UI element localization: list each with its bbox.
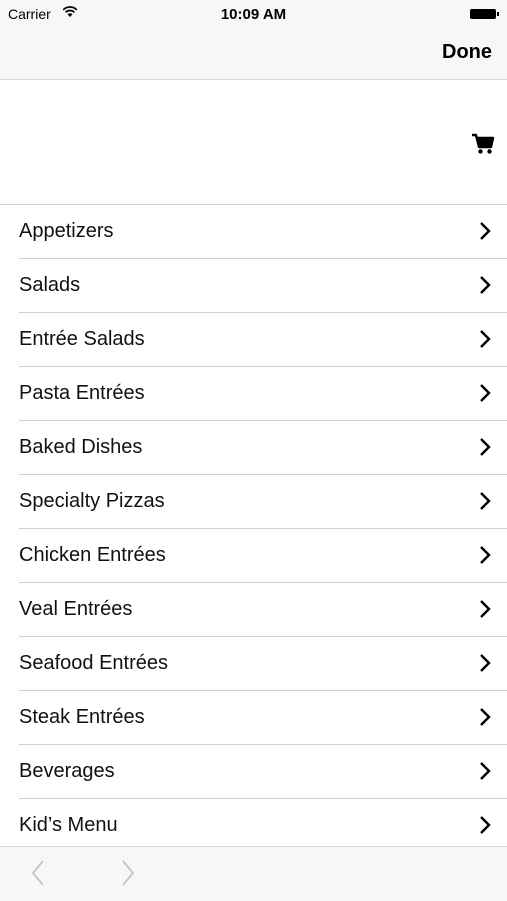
menu-item-baked-dishes[interactable]: Baked Dishes <box>19 421 507 475</box>
menu-list: Appetizers Salads Entrée Salads Pasta En… <box>0 204 507 852</box>
done-button[interactable]: Done <box>442 41 492 64</box>
chevron-right-icon <box>480 654 491 672</box>
menu-item-label: Veal Entrées <box>19 598 133 620</box>
chevron-right-icon <box>480 762 491 780</box>
menu-item-label: Salads <box>19 274 81 296</box>
battery-icon <box>470 9 499 19</box>
menu-item-label: Appetizers <box>19 220 114 242</box>
chevron-right-icon <box>480 708 491 726</box>
menu-item-label: Pasta Entrées <box>19 382 145 404</box>
chevron-right-icon <box>480 438 491 456</box>
chevron-right-icon <box>480 816 491 834</box>
menu-item-steak-entrees[interactable]: Steak Entrées <box>19 691 507 745</box>
bottom-toolbar <box>0 846 507 901</box>
menu-item-beverages[interactable]: Beverages <box>19 745 507 799</box>
back-arrow-icon[interactable] <box>30 859 46 887</box>
chevron-right-icon <box>480 330 491 348</box>
chevron-right-icon <box>480 276 491 294</box>
menu-item-specialty-pizzas[interactable]: Specialty Pizzas <box>19 475 507 529</box>
status-time: 10:09 AM <box>220 6 287 23</box>
menu-item-veal-entrees[interactable]: Veal Entrées <box>19 583 507 637</box>
forward-arrow-icon[interactable] <box>120 859 136 887</box>
chevron-right-icon <box>480 546 491 564</box>
cart-icon[interactable] <box>471 133 495 155</box>
chevron-right-icon <box>480 492 491 510</box>
chevron-right-icon <box>480 222 491 240</box>
menu-item-appetizers[interactable]: Appetizers <box>19 205 507 259</box>
menu-item-label: Kid’s Menu <box>19 814 118 836</box>
menu-item-entree-salads[interactable]: Entrée Salads <box>19 313 507 367</box>
menu-item-label: Chicken Entrées <box>19 544 166 566</box>
menu-item-seafood-entrees[interactable]: Seafood Entrées <box>19 637 507 691</box>
menu-item-label: Specialty Pizzas <box>19 490 165 512</box>
menu-item-salads[interactable]: Salads <box>19 259 507 313</box>
menu-item-label: Steak Entrées <box>19 706 145 728</box>
menu-item-label: Baked Dishes <box>19 436 143 458</box>
menu-item-label: Entrée Salads <box>19 328 145 350</box>
menu-item-pasta-entrees[interactable]: Pasta Entrées <box>19 367 507 421</box>
chevron-right-icon <box>480 384 491 402</box>
chevron-right-icon <box>480 600 491 618</box>
menu-item-label: Seafood Entrées <box>19 652 168 674</box>
menu-item-chicken-entrees[interactable]: Chicken Entrées <box>19 529 507 583</box>
top-bar: Carrier 10:09 AM Done <box>0 0 507 80</box>
menu-item-kids-menu[interactable]: Kid’s Menu <box>19 799 507 852</box>
menu-item-label: Beverages <box>19 760 115 782</box>
